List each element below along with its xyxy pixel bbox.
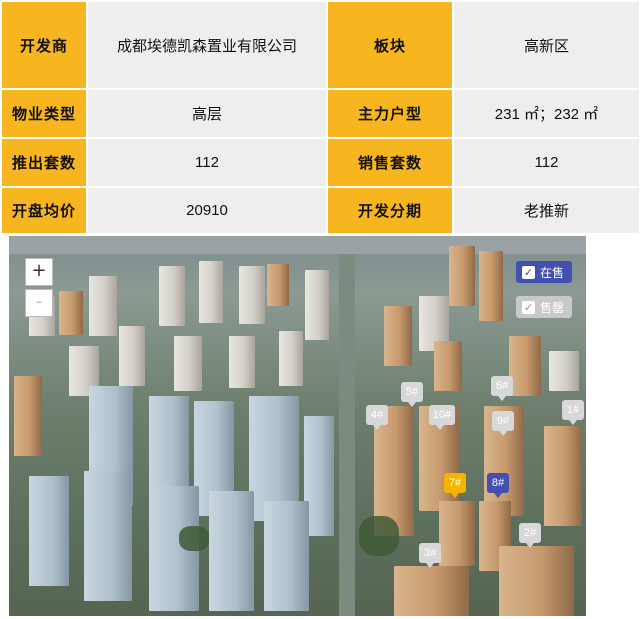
building-tag-8[interactable]: 8# [487, 473, 509, 498]
building-tag-5[interactable]: 5# [401, 382, 423, 407]
building [499, 546, 574, 616]
building-tag-3[interactable]: 3# [419, 543, 441, 568]
building [549, 351, 579, 391]
central-road [339, 254, 355, 616]
checkbox-icon[interactable]: ✓ [522, 300, 535, 314]
zoom-in-button[interactable]: + [25, 258, 53, 286]
building [544, 426, 582, 526]
building [209, 491, 254, 611]
zoom-out-button[interactable]: - [25, 289, 53, 317]
building-tag-1[interactable]: 1# [562, 400, 584, 425]
building-tag-7[interactable]: 7# [444, 473, 466, 498]
building [305, 270, 329, 340]
building-tag-10[interactable]: 10# [429, 405, 455, 430]
units-sold-value: 112 [454, 139, 639, 186]
building [159, 266, 185, 326]
building [174, 336, 202, 391]
building [239, 266, 265, 324]
phase-value: 老推新 [454, 188, 639, 233]
legend-sold-out-label: 售罄 [540, 300, 565, 315]
phase-label: 开发分期 [328, 188, 452, 233]
project-info-table: 开发商 成都埃德凯森置业有限公司 板块 高新区 物业类型 高层 主力户型 231… [0, 0, 641, 235]
avg-price-value: 20910 [88, 188, 326, 233]
building [449, 246, 475, 306]
legend-sold-out[interactable]: ✓ 售罄 [516, 296, 572, 318]
checkbox-icon[interactable]: ✓ [522, 265, 535, 279]
units-sold-label: 销售套数 [328, 139, 452, 186]
property-type-value: 高层 [88, 90, 326, 137]
info-row: 物业类型 高层 主力户型 231 ㎡；232 ㎡ [2, 90, 639, 137]
developer-label: 开发商 [2, 2, 86, 88]
building [84, 471, 132, 601]
building [267, 264, 289, 306]
main-unit-label: 主力户型 [328, 90, 452, 137]
building [199, 261, 223, 323]
info-row: 开盘均价 20910 开发分期 老推新 [2, 188, 639, 233]
aerial-site-map[interactable]: + - ✓ 在售 ✓ 售罄 5# 6# 4# 10# 9# 1# 7# 8# 2… [9, 236, 586, 616]
green-space [359, 516, 399, 556]
building [434, 341, 462, 391]
property-type-label: 物业类型 [2, 90, 86, 137]
legend-on-sale-label: 在售 [540, 265, 565, 280]
building [394, 566, 469, 616]
avg-price-label: 开盘均价 [2, 188, 86, 233]
district-label: 板块 [328, 2, 452, 88]
info-row: 推出套数 112 销售套数 112 [2, 139, 639, 186]
building [89, 276, 117, 336]
developer-value: 成都埃德凯森置业有限公司 [88, 2, 326, 88]
building [264, 501, 309, 611]
building [384, 306, 412, 366]
building [119, 326, 145, 386]
units-launched-label: 推出套数 [2, 139, 86, 186]
building [14, 376, 42, 456]
info-row: 开发商 成都埃德凯森置业有限公司 板块 高新区 [2, 2, 639, 88]
building [59, 291, 83, 335]
building [229, 336, 255, 388]
building [29, 476, 69, 586]
building [479, 251, 503, 321]
main-unit-value: 231 ㎡；232 ㎡ [454, 90, 639, 137]
green-space [179, 526, 209, 551]
units-launched-value: 112 [88, 139, 326, 186]
district-value: 高新区 [454, 2, 639, 88]
building-tag-6[interactable]: 6# [491, 376, 513, 401]
building [279, 331, 303, 386]
building-tag-4[interactable]: 4# [366, 405, 388, 430]
building [509, 336, 541, 396]
legend-on-sale[interactable]: ✓ 在售 [516, 261, 572, 283]
building-tag-9[interactable]: 9# [492, 411, 514, 436]
building-tag-2[interactable]: 2# [519, 523, 541, 548]
building [439, 501, 475, 566]
